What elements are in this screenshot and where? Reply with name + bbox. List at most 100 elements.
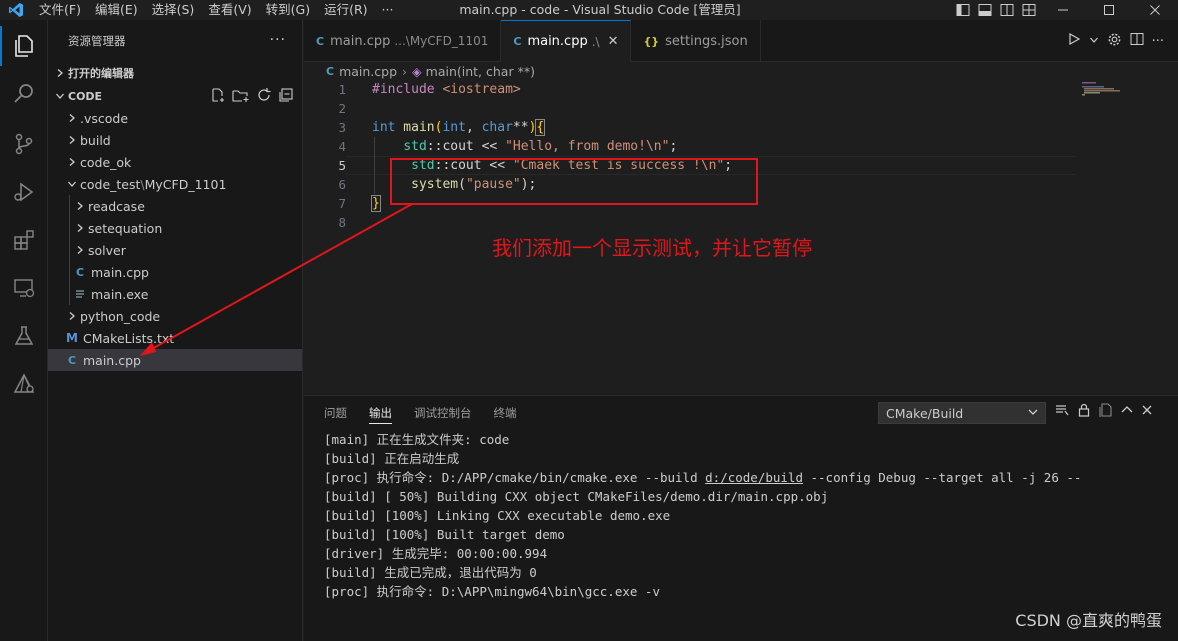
explorer-icon[interactable] (0, 22, 48, 70)
tab-main-cpp-active[interactable]: C main.cpp .\ ✕ (501, 20, 632, 62)
output-line: [main] 正在生成文件夹: code (324, 430, 1081, 449)
testing-flask-icon[interactable] (0, 312, 48, 360)
panel-tab-terminal[interactable]: 终端 (486, 396, 525, 430)
maximize-button[interactable] (1086, 0, 1132, 20)
cmake-icon[interactable] (0, 360, 48, 408)
explorer-header: 资源管理器 ··· (48, 20, 302, 62)
search-icon[interactable] (0, 70, 48, 118)
tree-item-label: code_ok (80, 154, 132, 170)
remote-explorer-icon[interactable] (0, 264, 48, 312)
gear-icon[interactable] (1107, 32, 1122, 51)
chevron-right-icon (64, 308, 80, 324)
tree-folder-code-ok[interactable]: code_ok (48, 151, 302, 173)
split-editor-icon[interactable] (1130, 32, 1144, 50)
tree-folder-build[interactable]: build (48, 129, 302, 151)
token: "Hello, from demo!\n" (505, 139, 670, 154)
new-folder-icon[interactable] (232, 87, 250, 106)
editor-tabs: C main.cpp ...\MyCFD_1101 C main.cpp .\ … (304, 20, 1178, 62)
menu-edit[interactable]: 编辑(E) (88, 0, 145, 20)
breadcrumb-file[interactable]: main.cpp (339, 64, 397, 79)
more-actions-icon[interactable]: ··· (1152, 34, 1164, 49)
chevron-right-icon (64, 154, 80, 170)
menu-file[interactable]: 文件(F) (32, 0, 88, 20)
close-tab-icon[interactable]: ✕ (608, 34, 619, 49)
open-editors-section[interactable]: 打开的编辑器 (48, 62, 302, 84)
code-editor[interactable]: 1 2 3 4 5 6 7 8 #include <iostream> int … (304, 80, 1178, 395)
source-control-icon[interactable] (0, 120, 48, 168)
line-number: 4 (338, 139, 346, 154)
breadcrumb-symbol[interactable]: main(int, char **) (426, 64, 535, 79)
output-line: [build] [ 50%] Building CXX object CMake… (324, 487, 1081, 506)
cpp-file-icon: C (316, 34, 325, 48)
output-log[interactable]: [main] 正在生成文件夹: code [build] 正在启动生成 [pro… (324, 430, 1081, 601)
line-number: 8 (338, 215, 346, 230)
menu-run[interactable]: 运行(R) (317, 0, 374, 20)
tree-folder-setequation[interactable]: setequation (48, 217, 302, 239)
open-output-editor-icon[interactable] (1098, 402, 1114, 422)
tree-folder-readcase[interactable]: readcase (48, 195, 302, 217)
menu-view[interactable]: 查看(V) (201, 0, 258, 20)
refresh-icon[interactable] (256, 87, 272, 106)
customize-layout-icon[interactable] (1018, 0, 1040, 20)
filter-lines-icon[interactable] (1054, 402, 1070, 422)
tree-item-label: main.exe (91, 286, 149, 302)
output-text: [driver] 生成完毕: 00:00:00.994 (324, 546, 548, 561)
tab-description: ...\MyCFD_1101 (394, 34, 489, 48)
new-file-icon[interactable] (210, 87, 226, 106)
tab-label: main.cpp (527, 34, 588, 49)
panel-tab-output[interactable]: 输出 (361, 396, 400, 430)
close-panel-icon[interactable] (1140, 403, 1154, 421)
token: int (442, 120, 466, 135)
tree-file-main-cpp[interactable]: C main.cpp (48, 349, 302, 371)
menu-selection[interactable]: 选择(S) (145, 0, 202, 20)
output-path-link[interactable]: d:/code/build (705, 470, 803, 485)
tab-main-cpp-mycfd[interactable]: C main.cpp ...\MyCFD_1101 (304, 20, 502, 62)
toggle-secondary-sidebar-icon[interactable] (996, 0, 1018, 20)
window-title: main.cpp - code - Visual Studio Code [管理… (459, 2, 741, 17)
chevron-down-icon (52, 91, 68, 101)
panel-tab-debug-console[interactable]: 调试控制台 (406, 396, 480, 430)
close-window-button[interactable] (1132, 0, 1178, 20)
run-code-icon[interactable] (1067, 32, 1081, 50)
breadcrumb: C main.cpp › ◈ main(int, char **) (304, 62, 1178, 80)
chevron-down-icon (1027, 406, 1039, 421)
workspace-root-section[interactable]: CODE (48, 85, 302, 107)
maximize-panel-icon[interactable] (1120, 403, 1134, 421)
chevron-right-icon (52, 68, 68, 78)
run-dropdown-chevron-icon[interactable] (1089, 34, 1099, 49)
tree-folder-code-test[interactable]: code_test \ MyCFD_1101 (48, 173, 302, 195)
tab-settings-json[interactable]: {} settings.json (631, 20, 761, 62)
chevron-right-icon (72, 242, 88, 258)
tree-item-label: solver (88, 242, 126, 258)
extensions-icon[interactable] (0, 216, 48, 264)
menu-more[interactable]: ··· (375, 0, 401, 20)
minimap[interactable] (1082, 82, 1142, 102)
explorer-title: 资源管理器 (68, 34, 126, 48)
tree-file-main-exe[interactable]: main.exe (48, 283, 302, 305)
line-number: 5 (338, 158, 346, 173)
tree-folder-solver[interactable]: solver (48, 239, 302, 261)
code-line-3: int main(int, char**){ (372, 118, 732, 137)
output-channel-select[interactable]: CMake/Build (878, 402, 1046, 424)
collapse-all-icon[interactable] (278, 87, 294, 106)
indent-guide (69, 239, 70, 261)
tree-folder-python-code[interactable]: python_code (48, 305, 302, 327)
tree-folder-vscode[interactable]: .vscode (48, 107, 302, 129)
tree-item-label: build (80, 132, 111, 148)
tree-file-main-cpp-nested[interactable]: C main.cpp (48, 261, 302, 283)
indent-guide (69, 283, 70, 305)
output-line: [build] 正在启动生成 (324, 449, 1081, 468)
output-text: [proc] 执行命令: D:/APP/cmake/bin/cmake.exe … (324, 470, 706, 485)
toggle-primary-sidebar-icon[interactable] (952, 0, 974, 20)
output-text: [proc] 执行命令: D:\APP\mingw64\bin\gcc.exe … (324, 584, 660, 599)
menu-go[interactable]: 转到(G) (259, 0, 317, 20)
minimize-button[interactable] (1040, 0, 1086, 20)
explorer-more-button[interactable]: ··· (270, 32, 286, 48)
lock-scroll-icon[interactable] (1076, 402, 1092, 422)
run-debug-icon[interactable] (0, 168, 48, 216)
toggle-panel-icon[interactable] (974, 0, 996, 20)
panel-tab-problems[interactable]: 问题 (316, 396, 355, 430)
chevron-right-icon (72, 198, 88, 214)
tree-file-cmakelists[interactable]: M CMakeLists.txt (48, 327, 302, 349)
